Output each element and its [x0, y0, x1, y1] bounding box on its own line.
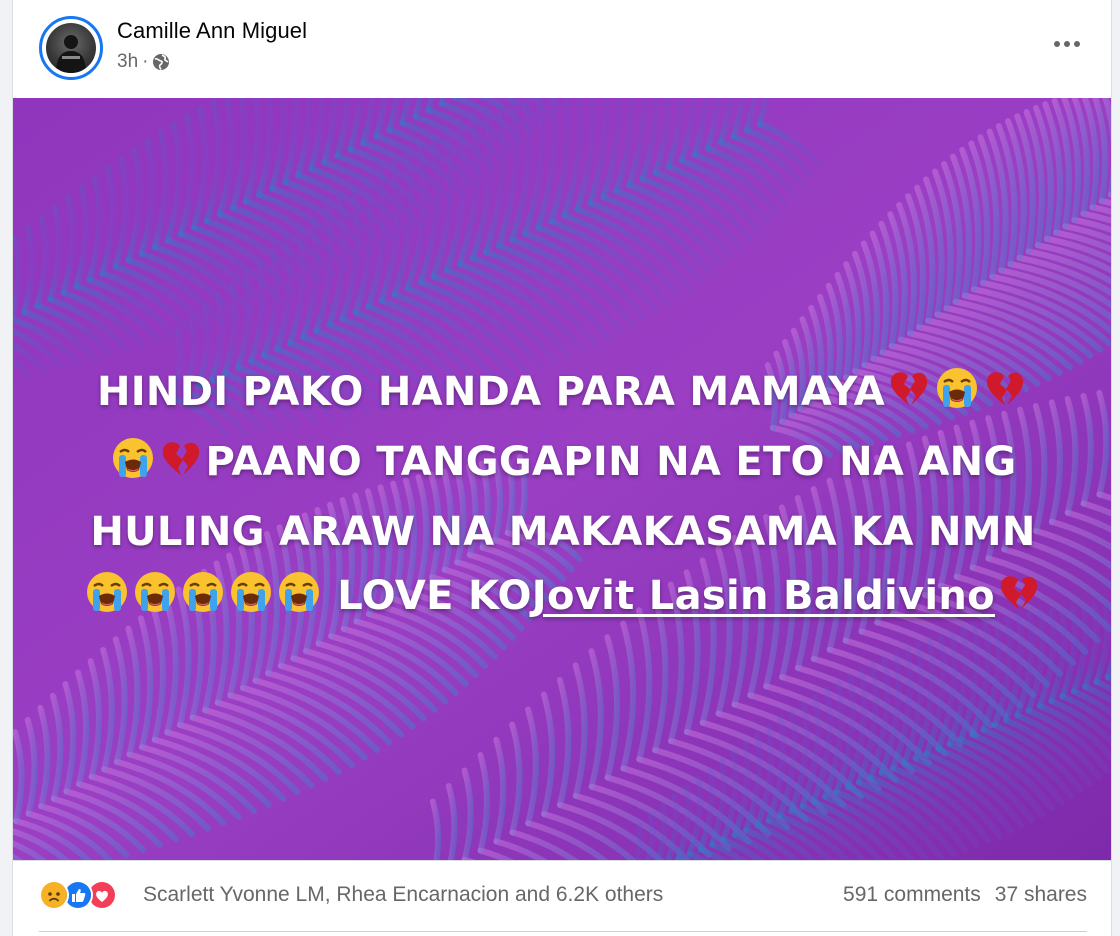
more-horizontal-icon: [1054, 41, 1060, 47]
loudly-crying-face-icon: [110, 435, 156, 500]
post-card: Camille Ann Miguel 3h · HINDI PAKO HANDA…: [12, 0, 1112, 936]
broken-heart-icon: [158, 435, 204, 500]
avatar[interactable]: [39, 16, 103, 80]
broken-heart-icon: [982, 365, 1028, 430]
reaction-names[interactable]: Scarlett Yvonne LM, Rhea Encarnacion and…: [143, 883, 663, 907]
palm-leaf-blade: [1107, 191, 1111, 198]
engagement-counts: 591 comments 37 shares: [843, 883, 1087, 907]
post-time[interactable]: 3h: [117, 51, 138, 73]
mention-link[interactable]: Jovit Lasin Baldivino: [532, 573, 995, 619]
loudly-crying-face-icon: [228, 569, 274, 634]
post-header: Camille Ann Miguel 3h ·: [13, 0, 1111, 98]
meta-separator: ·: [142, 51, 149, 72]
globe-icon: [153, 54, 170, 70]
broken-heart-icon: [886, 365, 932, 430]
reaction-icons[interactable]: [39, 879, 117, 911]
broken-heart-icon: [996, 569, 1042, 634]
comments-count[interactable]: 591 comments: [843, 883, 981, 907]
palm-leaf-blade: [1111, 98, 1112, 188]
post-text: HINDI PAKO HANDA PARA MAMAYA PAANO TANGG…: [43, 360, 1083, 634]
loudly-crying-face-icon: [276, 569, 322, 634]
post-meta: 3h ·: [117, 50, 170, 74]
post-text-line-1: HINDI PAKO HANDA PARA MAMAYA: [43, 360, 1083, 430]
divider: [39, 931, 1087, 932]
person-silhouette-icon: [56, 35, 86, 73]
author-name[interactable]: Camille Ann Miguel: [117, 18, 307, 44]
loudly-crying-face-icon: [180, 569, 226, 634]
loudly-crying-face-icon: [132, 569, 178, 634]
post-text-line-3: HULING ARAW NA MAKAKASAMA KA NMN: [90, 509, 1036, 555]
post-text-background[interactable]: HINDI PAKO HANDA PARA MAMAYA PAANO TANGG…: [13, 98, 1112, 860]
shares-count[interactable]: 37 shares: [995, 883, 1087, 907]
avatar-photo: [46, 23, 96, 73]
loudly-crying-face-icon: [934, 365, 980, 430]
post-text-line-4: LOVE KOJovit Lasin Baldivino: [43, 564, 1083, 634]
loudly-crying-face-icon: [84, 569, 130, 634]
post-text-line-2: PAANO TANGGAPIN NA ETO NA ANG: [43, 430, 1083, 500]
more-options-button[interactable]: [1049, 30, 1085, 58]
sad-reaction-icon: [39, 880, 69, 910]
engagement-bar: Scarlett Yvonne LM, Rhea Encarnacion and…: [13, 860, 1111, 936]
